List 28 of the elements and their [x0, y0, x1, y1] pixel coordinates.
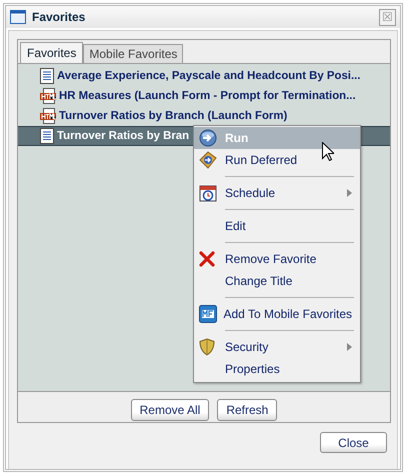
run-icon — [199, 129, 217, 147]
calendar-icon — [199, 184, 217, 202]
close-dialog-button[interactable]: Close — [320, 432, 387, 453]
document-icon — [40, 128, 54, 144]
favorite-item[interactable]: Turnover Ratios by Branch (Launch Form) — [18, 106, 390, 126]
menu-item[interactable]: Run Deferred — [194, 149, 360, 171]
html-file-icon — [40, 88, 56, 104]
cross-icon — [199, 251, 215, 267]
menu-item[interactable]: Security — [194, 336, 360, 358]
html-file-icon — [40, 108, 56, 124]
favorite-item[interactable]: HR Measures (Launch Form - Prompt for Termination... — [18, 86, 390, 106]
menu-item[interactable]: Schedule — [194, 182, 360, 204]
menu-item[interactable]: Add To Mobile Favorites — [194, 303, 360, 325]
menu-item[interactable]: Edit — [194, 215, 360, 237]
mouse-cursor-icon — [322, 142, 334, 161]
window-icon — [10, 10, 26, 24]
menu-item[interactable]: Remove Favorite — [194, 248, 360, 270]
panel-button[interactable]: Remove All — [130, 399, 210, 421]
mobile-favorites-icon — [199, 305, 217, 323]
document-icon — [40, 68, 54, 84]
menu-item[interactable]: Properties — [194, 358, 360, 380]
tab[interactable]: Mobile Favorites — [83, 44, 184, 63]
shield-icon — [199, 338, 215, 356]
favorite-item[interactable]: Average Experience, Payscale and Headcount By Posi... — [18, 66, 390, 86]
window-title: Favorites — [32, 10, 86, 24]
tab[interactable]: Favorites — [20, 42, 84, 63]
menu-item[interactable]: Change Title — [194, 270, 360, 292]
panel-button[interactable]: Refresh — [217, 399, 278, 421]
